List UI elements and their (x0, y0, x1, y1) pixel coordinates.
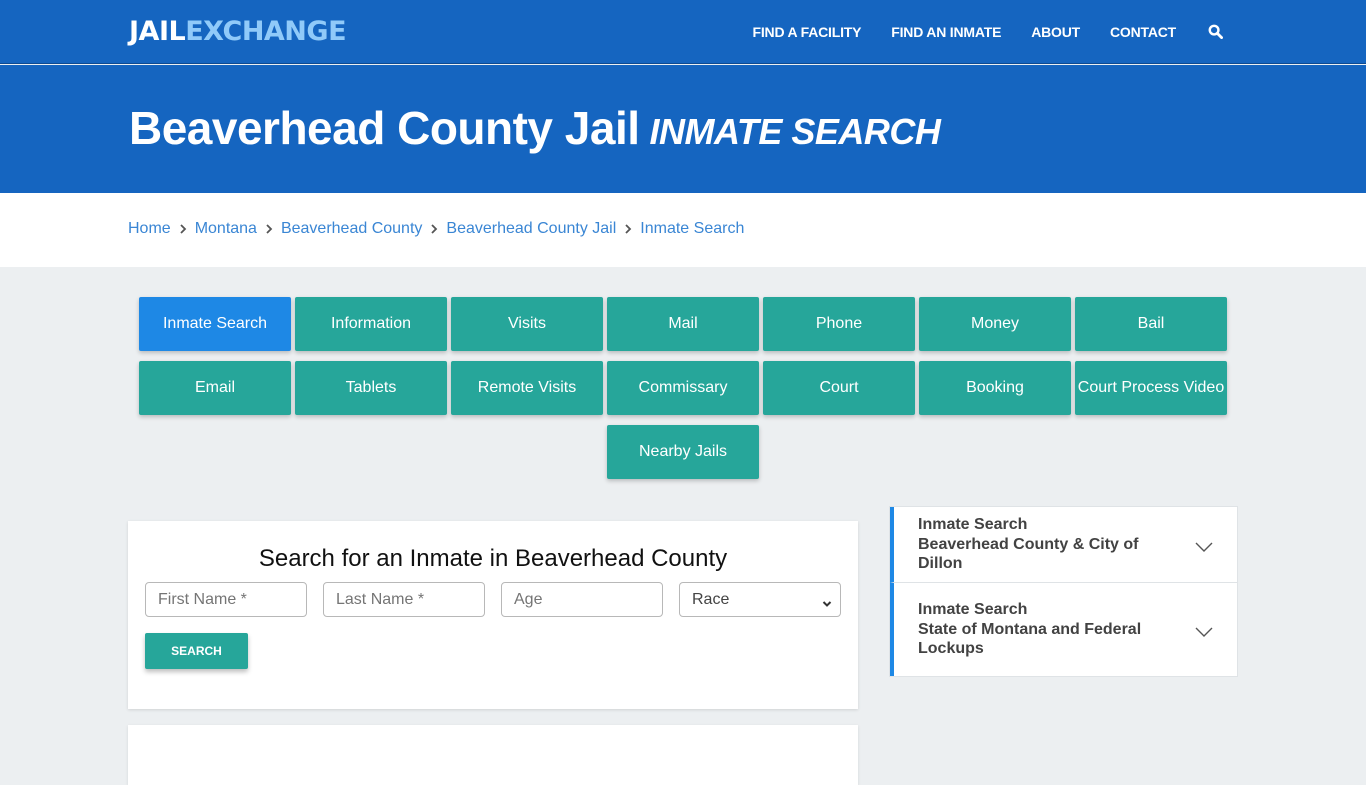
breadcrumb: Home Montana Beaverhead County Beaverhea… (128, 220, 744, 238)
accordion-item-title: Inmate Search (918, 601, 1028, 619)
search-button[interactable]: SEARCH (145, 633, 248, 669)
chevron-down-icon (822, 595, 832, 613)
tab-phone[interactable]: Phone (763, 297, 915, 351)
accordion-item-title: Inmate Search (918, 516, 1028, 534)
search-accordion: Inmate Search Beaverhead County & City o… (889, 506, 1238, 677)
accordion-item-state-federal[interactable]: Inmate Search State of Montana and Feder… (890, 582, 1237, 676)
tab-mail[interactable]: Mail (607, 297, 759, 351)
tab-booking[interactable]: Booking (919, 361, 1071, 415)
breadcrumb-current[interactable]: Inmate Search (640, 220, 744, 238)
chevron-right-icon (257, 220, 281, 238)
nav-links: FIND A FACILITY FIND AN INMATE ABOUT CON… (723, 0, 1224, 64)
chevron-right-icon (171, 220, 195, 238)
nav-about[interactable]: ABOUT (1031, 24, 1080, 40)
chevron-right-icon (616, 220, 640, 238)
logo-jail-text: JAIL (129, 16, 186, 47)
chevron-right-icon (422, 220, 446, 238)
tab-visits[interactable]: Visits (451, 297, 603, 351)
search-heading: Search for an Inmate in Beaverhead Count… (258, 545, 728, 572)
tab-tablets[interactable]: Tablets (295, 361, 447, 415)
breadcrumb-facility[interactable]: Beaverhead County Jail (446, 220, 616, 238)
breadcrumb-county[interactable]: Beaverhead County (281, 220, 422, 238)
tab-information[interactable]: Information (295, 297, 447, 351)
hero-banner: Beaverhead County Jail INMATE SEARCH (0, 65, 1366, 193)
tab-remote-visits[interactable]: Remote Visits (451, 361, 603, 415)
page-title: Beaverhead County Jail INMATE SEARCH (129, 101, 941, 155)
tab-bail[interactable]: Bail (1075, 297, 1227, 351)
accordion-item-subtitle: Beaverhead County & City of Dillon (918, 535, 1139, 573)
age-input[interactable] (501, 582, 663, 617)
page-title-main: Beaverhead County Jail (129, 102, 640, 154)
breadcrumb-home[interactable]: Home (128, 220, 171, 238)
tab-inmate-search[interactable]: Inmate Search (139, 297, 291, 351)
top-navbar: JAILEXCHANGE FIND A FACILITY FIND AN INM… (0, 0, 1366, 64)
tab-money[interactable]: Money (919, 297, 1071, 351)
tab-court[interactable]: Court (763, 361, 915, 415)
nav-find-facility[interactable]: FIND A FACILITY (753, 24, 862, 40)
page-title-subtitle: INMATE SEARCH (649, 111, 941, 152)
tab-nearby-jails[interactable]: Nearby Jails (607, 425, 759, 479)
accordion-item-subtitle: State of Montana and Federal Lockups (918, 620, 1142, 658)
site-logo[interactable]: JAILEXCHANGE (129, 16, 347, 47)
race-select-value: Race (692, 590, 730, 608)
tab-court-process-video[interactable]: Court Process Video (1075, 361, 1227, 415)
tab-email[interactable]: Email (139, 361, 291, 415)
breadcrumb-state[interactable]: Montana (195, 220, 257, 238)
last-name-input[interactable] (323, 582, 485, 617)
inmate-search-card: Search for an Inmate in Beaverhead Count… (128, 521, 858, 709)
chevron-down-icon (1195, 539, 1213, 559)
race-select[interactable]: Race (679, 582, 841, 617)
breadcrumb-bar: Home Montana Beaverhead County Beaverhea… (0, 193, 1366, 267)
first-name-input[interactable] (145, 582, 307, 617)
search-icon[interactable] (1208, 24, 1224, 40)
content-card (128, 725, 858, 785)
chevron-down-icon (1195, 624, 1213, 644)
nav-find-inmate[interactable]: FIND AN INMATE (891, 24, 1001, 40)
tab-commissary[interactable]: Commissary (607, 361, 759, 415)
accordion-item-county[interactable]: Inmate Search Beaverhead County & City o… (890, 507, 1237, 582)
nav-contact[interactable]: CONTACT (1110, 24, 1176, 40)
logo-exchange-text: EXCHANGE (185, 16, 347, 47)
